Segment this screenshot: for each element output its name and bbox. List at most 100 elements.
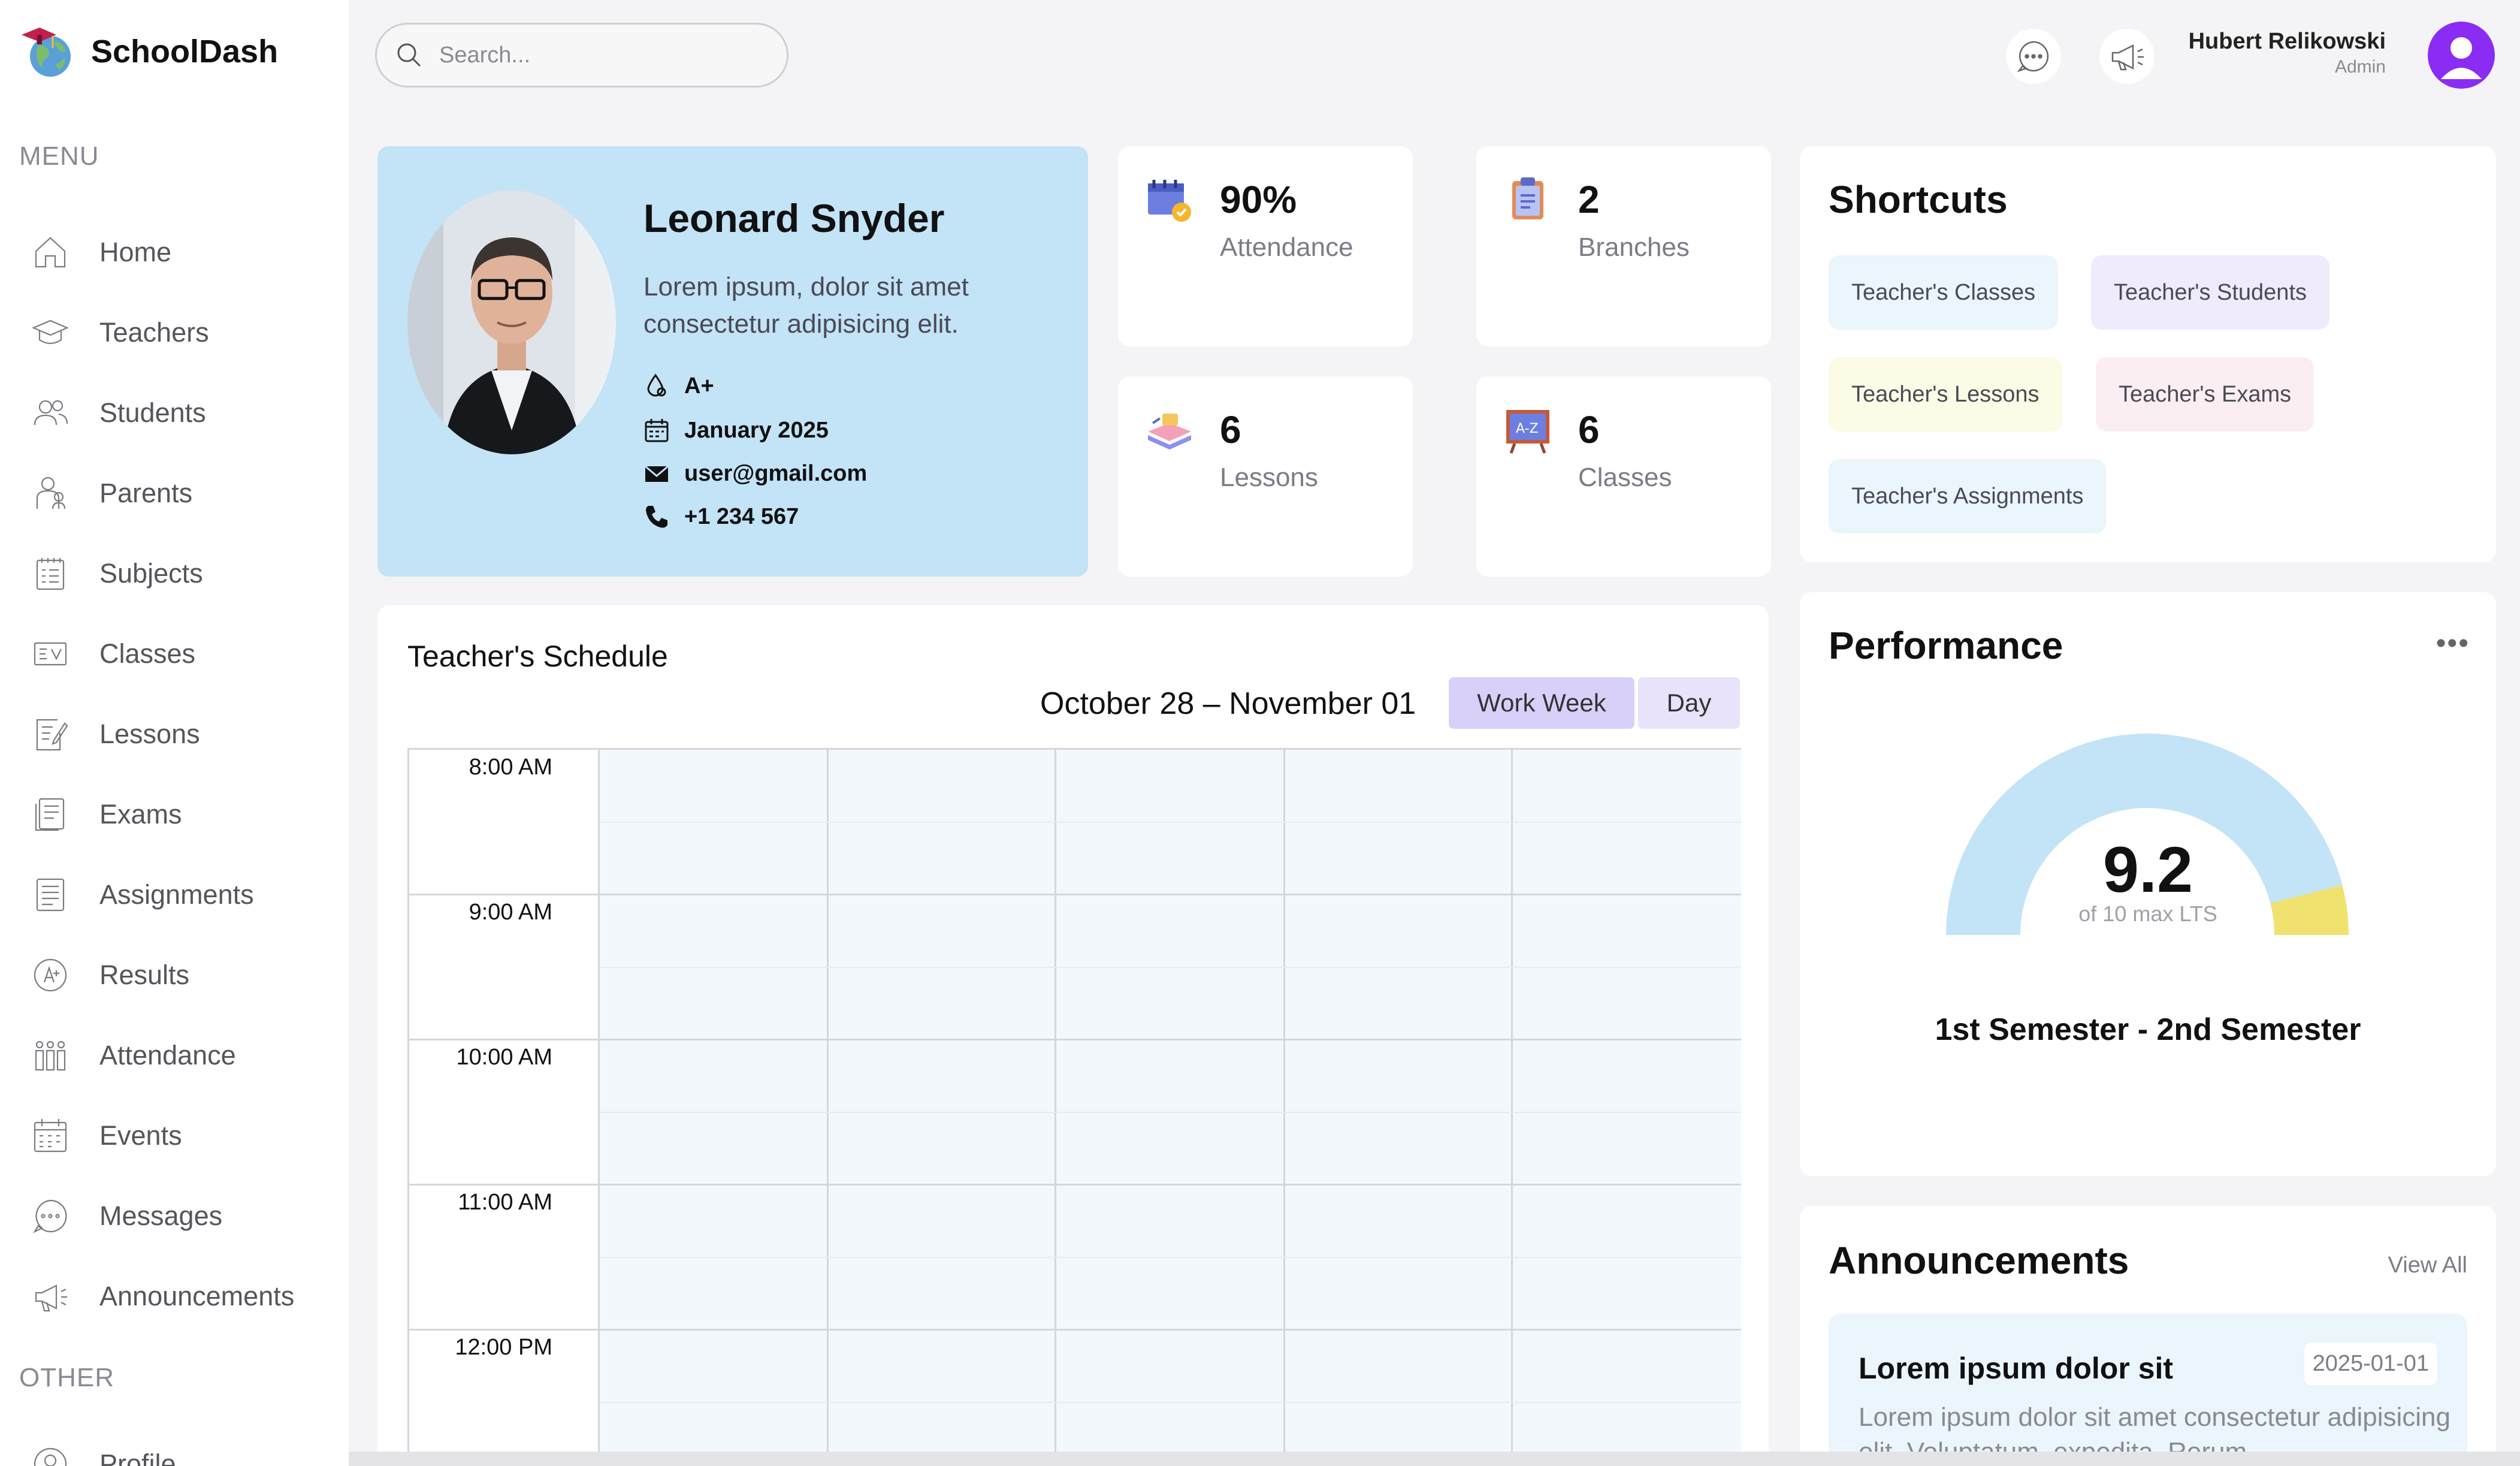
user-role: Admin (2334, 57, 2386, 77)
messages-button[interactable] (2006, 29, 2061, 84)
view-work-week-button[interactable]: Work Week (1449, 677, 1634, 729)
search-icon (397, 43, 421, 67)
sidebar-item-label: Home (99, 237, 172, 267)
app-name: SchoolDash (91, 34, 279, 70)
avatar[interactable] (2428, 22, 2495, 89)
shortcut-teachers-students[interactable]: Teacher's Students (2091, 255, 2329, 330)
performance-caption: 1st Semester - 2nd Semester (1935, 1012, 2361, 1047)
time-column: 8:00 AM 9:00 AM 10:00 AM 11:00 AM 12:00 … (409, 750, 600, 1466)
announcement-date: 2025-01-01 (2304, 1343, 2437, 1385)
search-input[interactable] (439, 42, 775, 68)
grid-line (600, 1402, 1741, 1403)
user-avatar-icon (2441, 37, 2482, 79)
stat-card-classes: A-Z 6 Classes (1476, 376, 1771, 577)
grid-line (409, 1184, 1741, 1186)
message-icon (29, 1194, 72, 1238)
sidebar-item-label: Messages (99, 1200, 223, 1231)
teacher-icon (29, 311, 72, 354)
sidebar-item-label: Announcements (99, 1281, 295, 1311)
schedule-date-range: October 28 – November 01 (1040, 686, 1416, 721)
other-section-label: OTHER (19, 1363, 114, 1392)
sidebar-item-label: Events (99, 1120, 182, 1151)
announcement-item[interactable]: Lorem ipsum dolor sit 2025-01-01 Lorem i… (1829, 1314, 2467, 1466)
lessons-icon (29, 713, 72, 756)
assignments-icon (29, 873, 72, 916)
sidebar-item-label: Students (99, 397, 206, 428)
stat-label: Classes (1578, 463, 1672, 492)
shortcut-teachers-assignments[interactable]: Teacher's Assignments (1829, 459, 2107, 533)
sidebar-item-label: Attendance (99, 1040, 236, 1070)
profile-icon (29, 1443, 72, 1466)
date-row: January 2025 (643, 417, 829, 444)
blood-drop-icon (647, 373, 666, 397)
sidebar-item-announcements[interactable]: Announcements (29, 1263, 328, 1329)
day-column[interactable] (1056, 750, 1285, 1466)
time-label: 8:00 AM (469, 755, 552, 780)
search-bar[interactable] (375, 23, 788, 88)
home-icon (29, 231, 72, 274)
sidebar-item-profile[interactable]: Profile (29, 1431, 328, 1466)
teacher-schedule-card: Teacher's Schedule October 28 – November… (377, 605, 1769, 1466)
day-column[interactable] (1285, 750, 1513, 1466)
view-all-link[interactable]: View All (2388, 1253, 2467, 1278)
sidebar-item-students[interactable]: Students (29, 380, 328, 446)
teacher-description: Lorem ipsum, dolor sit amet consectetur … (643, 272, 969, 339)
stat-label: Attendance (1220, 233, 1353, 262)
announcements-title: Announcements (1829, 1239, 2129, 1282)
day-column[interactable] (600, 750, 829, 1466)
more-options-icon[interactable]: ••• (2436, 629, 2470, 658)
sidebar-item-label: Results (99, 960, 190, 990)
sidebar-item-events[interactable]: Events (29, 1103, 328, 1169)
grid-line (409, 1329, 1741, 1331)
time-label: 10:00 AM (456, 1045, 552, 1070)
sidebar-item-parents[interactable]: Parents (29, 460, 328, 526)
sidebar-item-exams[interactable]: Exams (29, 782, 328, 847)
sidebar-item-classes[interactable]: Classes (29, 621, 328, 687)
sidebar-item-results[interactable]: Results (29, 942, 328, 1008)
teacher-name: Leonard Snyder (643, 196, 945, 240)
sidebar-item-subjects[interactable]: Subjects (29, 541, 328, 607)
shortcut-teachers-lessons[interactable]: Teacher's Lessons (1829, 357, 2062, 432)
horizontal-scrollbar[interactable] (349, 1452, 2520, 1466)
time-label: 9:00 AM (469, 900, 552, 925)
announcements-button[interactable] (2099, 29, 2155, 84)
stat-value: 90% (1220, 178, 1297, 221)
sidebar-item-lessons[interactable]: Lessons (29, 701, 328, 767)
sidebar-item-assignments[interactable]: Assignments (29, 862, 328, 928)
classes-icon (29, 632, 72, 675)
view-day-button[interactable]: Day (1638, 677, 1740, 729)
stat-label: Lessons (1220, 463, 1318, 492)
blood-type: A+ (684, 373, 714, 399)
performance-subtitle: of 10 max LTS (2078, 901, 2217, 926)
grid-line (600, 822, 1741, 823)
sidebar-item-messages[interactable]: Messages (29, 1183, 328, 1249)
day-column[interactable] (829, 750, 1056, 1466)
parents-icon (29, 472, 72, 515)
phone-row: +1 234 567 (643, 503, 799, 530)
sidebar-item-teachers[interactable]: Teachers (29, 300, 328, 366)
stat-card-branches: 2 Branches (1476, 146, 1771, 346)
calendar-icon (29, 1114, 72, 1157)
user-name: Hubert Relikowski (2188, 29, 2386, 54)
logo-globe-icon (19, 23, 77, 80)
sidebar-item-label: Exams (99, 799, 182, 829)
performance-value: 9.2 (2102, 833, 2193, 906)
stat-label: Branches (1578, 233, 1690, 262)
branches-stat-icon (1512, 177, 1543, 219)
user-info[interactable]: Hubert Relikowski Admin (2189, 29, 2386, 77)
sidebar-item-attendance[interactable]: Attendance (29, 1022, 328, 1088)
grid-line (600, 1257, 1741, 1258)
schedule-grid[interactable]: 8:00 AM 9:00 AM 10:00 AM 11:00 AM 12:00 … (407, 748, 1741, 1466)
sidebar-item-home[interactable]: Home (29, 219, 328, 285)
announcement-title: Lorem ipsum dolor sit (1859, 1352, 2174, 1385)
megaphone-icon (2111, 44, 2144, 71)
shortcut-teachers-classes[interactable]: Teacher's Classes (1829, 255, 2059, 330)
time-label: 11:00 AM (458, 1190, 552, 1215)
grid-line (600, 967, 1741, 968)
teacher-profile-card: Leonard Snyder Lorem ipsum, dolor sit am… (377, 146, 1088, 577)
day-column[interactable] (1513, 750, 1741, 1466)
classes-stat-icon: A-Z (1506, 410, 1549, 454)
app-logo[interactable]: SchoolDash (19, 19, 278, 84)
exams-icon (29, 793, 72, 836)
shortcut-teachers-exams[interactable]: Teacher's Exams (2096, 357, 2314, 432)
